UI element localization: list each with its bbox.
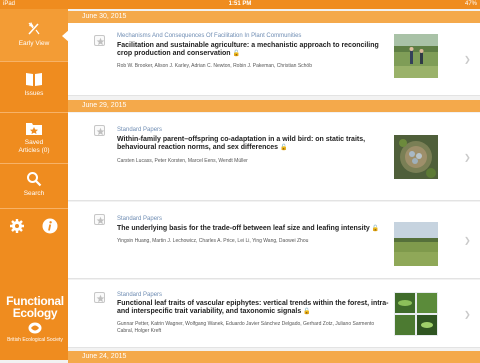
search-icon (27, 172, 42, 187)
favorite-button[interactable] (94, 214, 105, 225)
journal-brand: Functional Ecology British Ecological So… (4, 295, 66, 343)
sidebar-item-label: Search (23, 190, 45, 197)
article-row[interactable]: Standard Papers Functional leaf traits o… (68, 280, 480, 348)
sidebar-item-search[interactable]: Search (0, 164, 68, 208)
brand-title: Functional Ecology (6, 294, 64, 320)
article-section: Standard Papers (117, 127, 163, 133)
chevron-right-icon: ❯ (464, 153, 471, 162)
star-icon (96, 127, 105, 136)
article-thumbnail (394, 292, 438, 336)
chevron-right-icon: ❯ (464, 236, 471, 245)
sidebar-item-label: Early View (18, 40, 50, 47)
battery-level: 47% (464, 1, 477, 7)
star-icon (96, 294, 105, 303)
society-logo-icon (28, 322, 42, 334)
leaf-icon (28, 22, 40, 35)
article-authors: Carsten Lucass, Peter Korsten, Marcel Ee… (117, 158, 248, 164)
favorite-button[interactable] (94, 292, 105, 303)
favorite-button[interactable] (94, 35, 105, 46)
article-authors: Yingxin Huang, Martin J. Lechowicz, Char… (117, 238, 309, 244)
article-title: Functional leaf traits of vascular epiph… (117, 300, 389, 315)
favorite-button[interactable] (94, 125, 105, 136)
article-section: Standard Papers (117, 216, 163, 222)
article-authors: Gunnar Petter, Katrin Wagner, Wolfgang W… (117, 321, 375, 334)
sidebar-item-saved-articles[interactable]: Saved Articles (0) (0, 113, 68, 163)
brand-society: British Ecological Society (7, 337, 63, 343)
status-time: 1:51 PM (228, 1, 252, 7)
date-header: June 30, 2015 (68, 11, 480, 23)
article-list[interactable]: June 30, 2015 Mechanisms And Consequence… (68, 9, 480, 363)
sidebar-item-early-view[interactable]: Early View (0, 9, 68, 61)
article-authors: Rob W. Brooker, Alison J. Karley, Adrian… (117, 63, 312, 69)
utility-icons (0, 213, 68, 243)
sidebar: Early View Issues Saved Articles (0) Sea… (0, 9, 70, 360)
article-thumbnail (394, 135, 438, 179)
sidebar-item-issues[interactable]: Issues (0, 62, 68, 112)
star-icon (96, 37, 105, 46)
sidebar-item-label: Issues (24, 90, 44, 97)
sidebar-item-label: Saved Articles (0) (18, 139, 50, 154)
article-thumbnail (394, 34, 438, 78)
open-access-icon: 🔓 (371, 226, 380, 232)
status-bar: iPad 1:51 PM 47% (0, 0, 480, 9)
saved-folder-icon (26, 123, 42, 135)
article-row[interactable]: Standard Papers The underlying basis for… (68, 202, 480, 279)
open-access-icon: 🔓 (280, 145, 288, 151)
article-section: Mechanisms And Consequences Of Facilitat… (117, 33, 302, 39)
open-access-icon: 🔓 (232, 51, 241, 57)
chevron-right-icon: ❯ (464, 310, 471, 319)
article-title: The underlying basis for the trade-off b… (117, 225, 380, 232)
book-icon (26, 73, 42, 86)
date-header: June 24, 2015 (68, 351, 480, 363)
date-header: June 29, 2015 (68, 100, 480, 112)
star-icon (96, 216, 105, 225)
article-row[interactable]: Mechanisms And Consequences Of Facilitat… (68, 23, 480, 96)
article-thumbnail (394, 222, 438, 266)
chevron-right-icon: ❯ (464, 55, 471, 64)
article-title: Facilitation and sustainable agriculture… (117, 42, 379, 57)
divider (0, 208, 68, 209)
article-row[interactable]: Standard Papers Within-family parent–off… (68, 113, 480, 201)
article-section: Standard Papers (117, 292, 163, 298)
article-title: Within-family parent–offspring co-adapta… (117, 136, 366, 151)
info-icon[interactable] (42, 218, 58, 234)
open-access-icon: 🔓 (303, 309, 311, 315)
gear-icon[interactable] (10, 219, 24, 233)
